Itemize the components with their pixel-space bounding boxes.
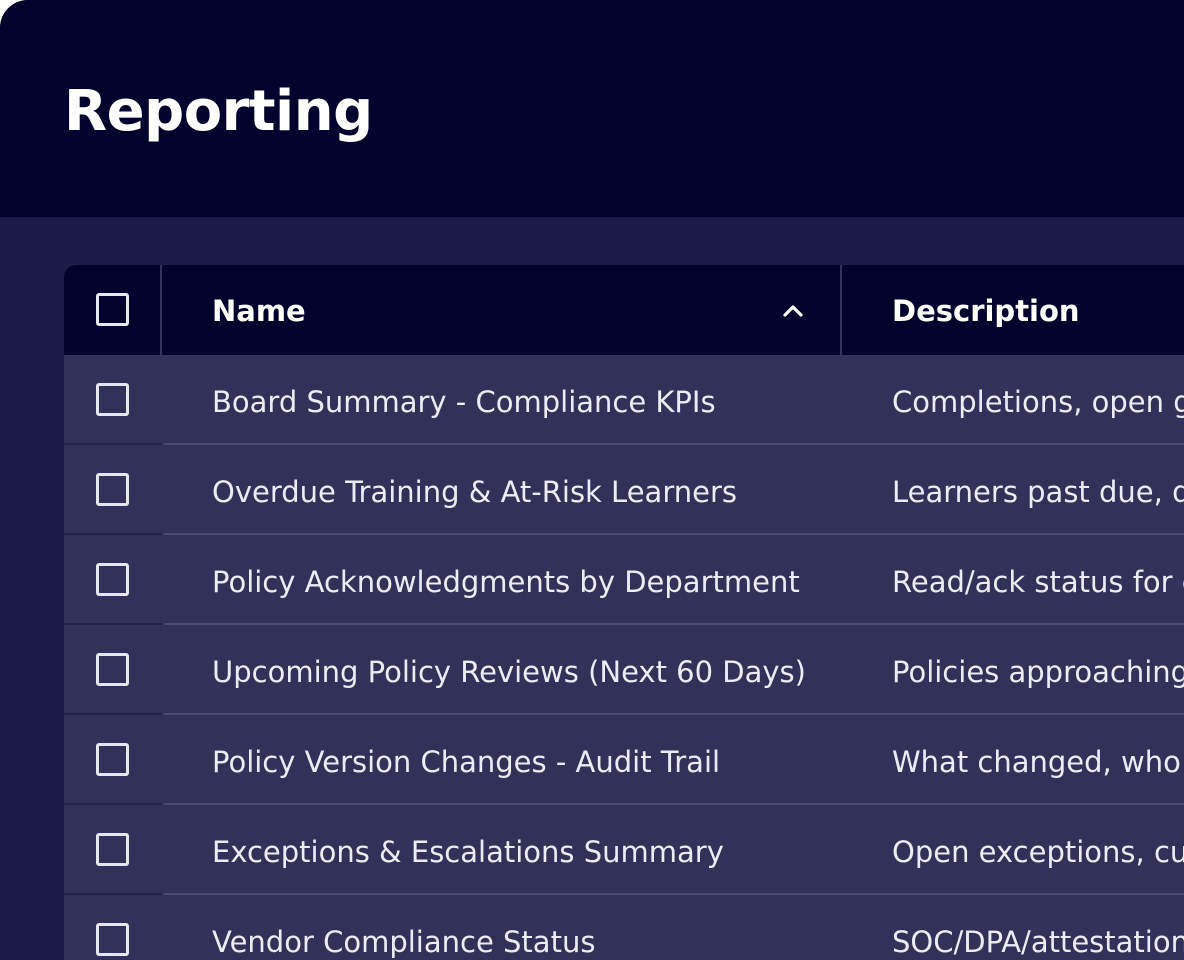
report-name[interactable]: Vendor Compliance Status — [212, 924, 595, 960]
column-header-description[interactable]: Description — [844, 265, 1184, 355]
select-all-cell — [64, 265, 162, 355]
report-description: What changed, who a — [892, 745, 1184, 779]
row-select-cell — [64, 895, 162, 960]
row-checkbox[interactable] — [96, 563, 129, 596]
row-select-cell — [64, 805, 162, 895]
column-header-name[interactable]: Name — [164, 265, 842, 355]
reporting-panel: Reporting Name Description Board Summary… — [0, 0, 1184, 960]
report-name[interactable]: Board Summary - Compliance KPIs — [212, 384, 716, 420]
row-checkbox[interactable] — [96, 833, 129, 866]
chevron-up-icon[interactable] — [780, 298, 806, 324]
row-select-cell — [64, 715, 162, 805]
table-row[interactable]: Overdue Training & At-Risk Learners Learn… — [64, 445, 1184, 535]
report-name[interactable]: Overdue Training & At-Risk Learners — [212, 474, 737, 510]
row-select-cell — [64, 355, 162, 445]
reports-table: Name Description Board Summary - Complia… — [64, 265, 1184, 960]
row-select-cell — [64, 535, 162, 625]
column-header-name-label: Name — [212, 294, 306, 328]
row-checkbox[interactable] — [96, 383, 129, 416]
report-name[interactable]: Exceptions & Escalations Summary — [212, 834, 724, 870]
table-row[interactable]: Policy Acknowledgments by Department Read… — [64, 535, 1184, 625]
report-description: Read/ack status for e — [892, 565, 1184, 599]
page-header: Reporting — [0, 0, 1184, 217]
column-header-description-label: Description — [892, 294, 1080, 328]
report-name[interactable]: Upcoming Policy Reviews (Next 60 Days) — [212, 654, 806, 690]
report-description: Learners past due, d — [892, 475, 1184, 509]
row-checkbox[interactable] — [96, 653, 129, 686]
report-description: Completions, open g — [892, 385, 1184, 419]
row-checkbox[interactable] — [96, 923, 129, 956]
report-description: SOC/DPA/attestation — [892, 925, 1184, 959]
page-title: Reporting — [64, 79, 373, 144]
select-all-checkbox[interactable] — [96, 293, 129, 326]
table-row[interactable]: Board Summary - Compliance KPIs Completio… — [64, 355, 1184, 445]
row-checkbox[interactable] — [96, 743, 129, 776]
report-description: Policies approaching — [892, 655, 1184, 689]
row-select-cell — [64, 625, 162, 715]
row-select-cell — [64, 445, 162, 535]
table-header-row: Name Description — [64, 265, 1184, 355]
table-row[interactable]: Vendor Compliance Status SOC/DPA/attestat… — [64, 895, 1184, 960]
table-row[interactable]: Exceptions & Escalations Summary Open exc… — [64, 805, 1184, 895]
report-name[interactable]: Policy Version Changes - Audit Trail — [212, 744, 720, 780]
report-name[interactable]: Policy Acknowledgments by Department — [212, 564, 800, 600]
report-description: Open exceptions, cu — [892, 835, 1184, 869]
table-row[interactable]: Policy Version Changes - Audit Trail What… — [64, 715, 1184, 805]
row-checkbox[interactable] — [96, 473, 129, 506]
table-row[interactable]: Upcoming Policy Reviews (Next 60 Days) Po… — [64, 625, 1184, 715]
